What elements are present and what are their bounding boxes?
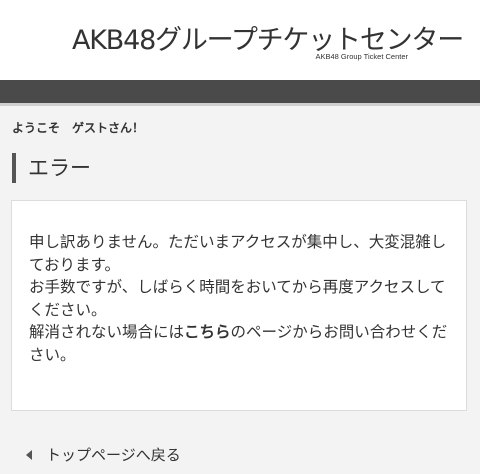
logo-subtitle: AKB48 Group Ticket Center xyxy=(315,52,408,61)
nav-bar xyxy=(0,80,480,103)
error-line-2: お手数ですが、しばらく時間をおいてから再度アクセスしてください。 xyxy=(29,278,446,319)
error-line-3-pre: 解消されない場合には xyxy=(29,323,185,341)
site-header: AKB48グループチケットセンター AKB48 Group Ticket Cen… xyxy=(0,0,480,80)
nav-bar-shadow xyxy=(0,103,480,106)
page-title: エラー xyxy=(12,153,91,183)
error-message-text: 申し訳ありません。ただいまアクセスが集中し、大変混雑しております。 お手数ですが… xyxy=(29,231,459,366)
error-message-box: 申し訳ありません。ただいまアクセスが集中し、大変混雑しております。 お手数ですが… xyxy=(11,200,467,411)
error-line-3: 解消されない場合にはこちらのページからお問い合わせください。 xyxy=(29,321,459,366)
triangle-left-icon xyxy=(26,449,32,460)
back-to-top-link[interactable]: トップページへ戻る xyxy=(26,444,181,465)
site-logo[interactable]: AKB48グループチケットセンター AKB48 Group Ticket Cen… xyxy=(72,18,464,64)
welcome-message: ようこそ ゲストさん！ xyxy=(12,121,145,135)
contact-link[interactable]: こちら xyxy=(184,323,231,341)
error-line-1: 申し訳ありません。ただいまアクセスが集中し、大変混雑しております。 xyxy=(29,233,447,274)
back-to-top-label: トップページへ戻る xyxy=(46,446,181,464)
